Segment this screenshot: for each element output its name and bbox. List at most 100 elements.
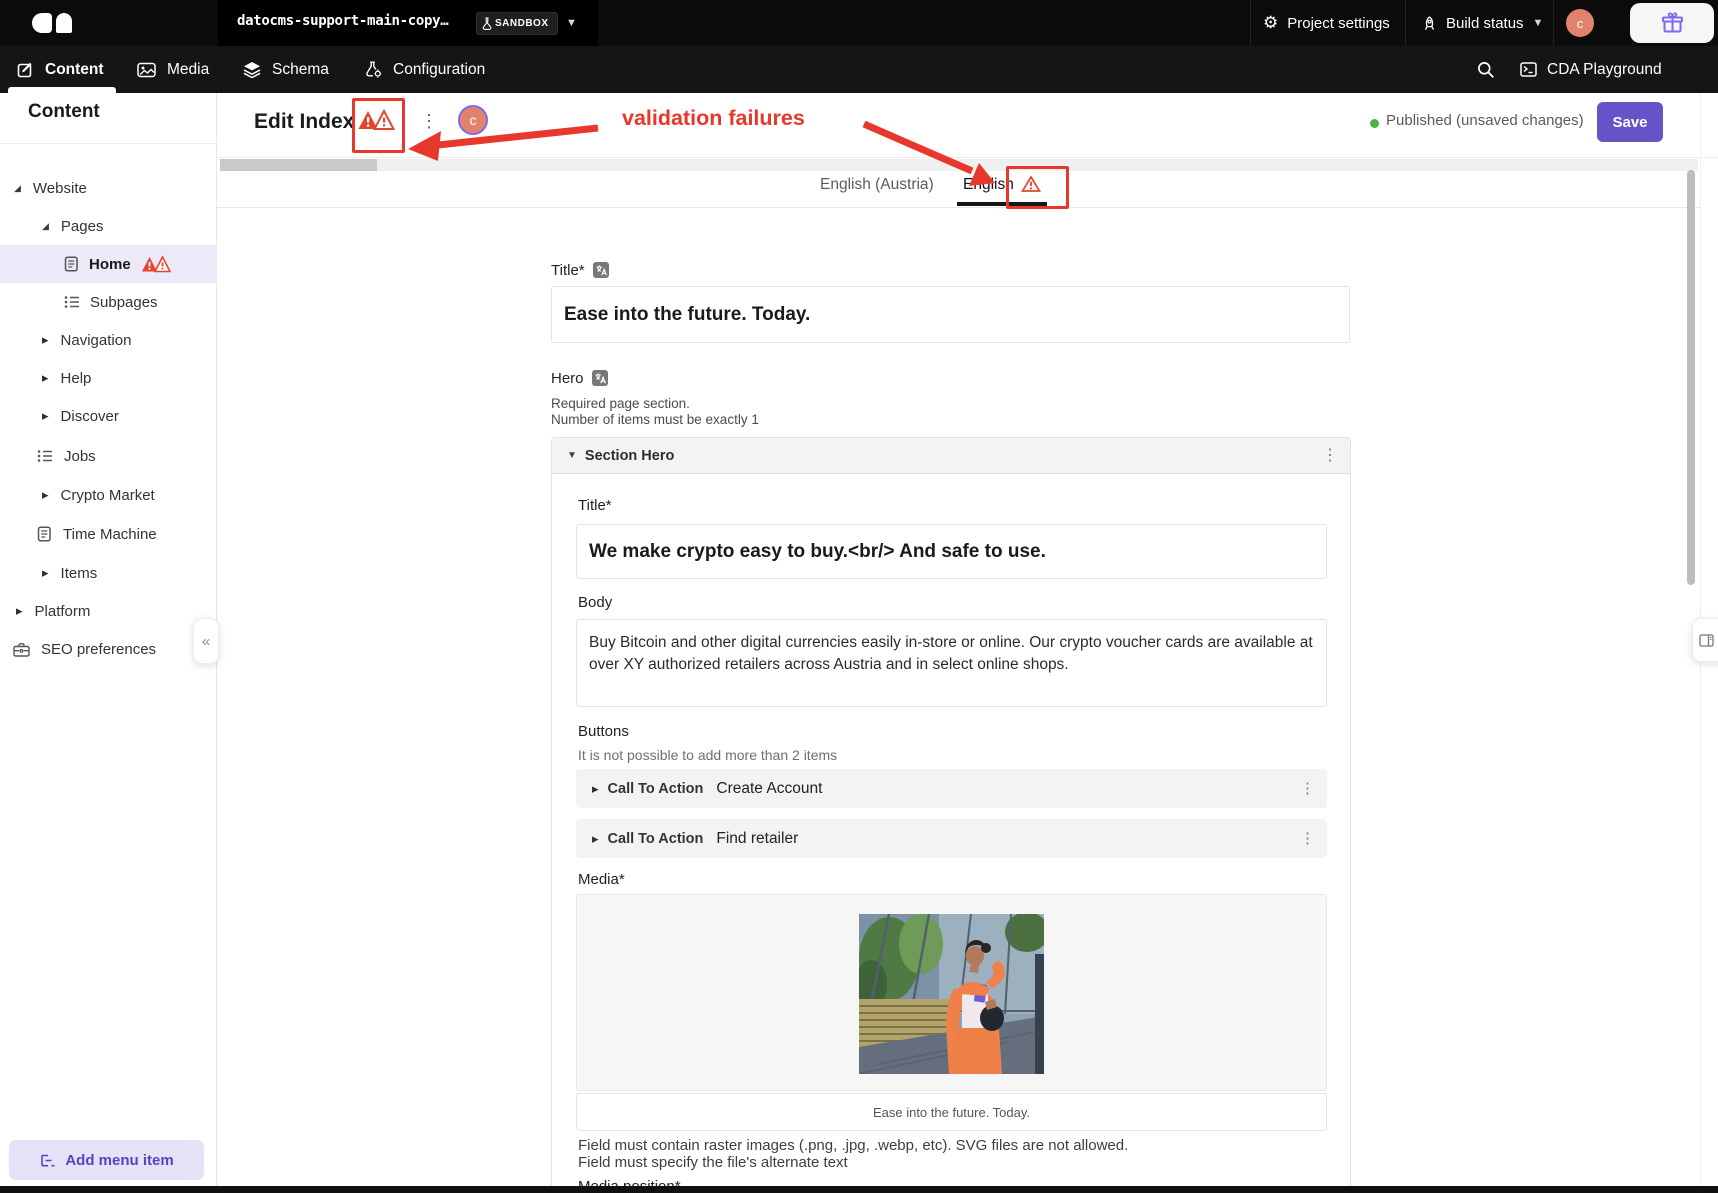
locale-tab-label: English (Austria) <box>820 176 934 193</box>
title-input[interactable]: Ease into the future. Today. <box>551 286 1350 343</box>
divider <box>1405 0 1406 46</box>
caret-collapsed-icon[interactable]: ▸ <box>592 831 599 847</box>
search-button[interactable] <box>1477 61 1495 84</box>
locale-tab-english-austria[interactable]: English (Austria) <box>820 176 934 194</box>
nav-tab-configuration[interactable]: Configuration <box>365 46 485 93</box>
sidebar-item-pages[interactable]: ◢ Pages <box>0 207 217 245</box>
chevron-down-icon: ▼ <box>566 17 577 29</box>
hero-hint-count: Number of items must be exactly 1 <box>551 412 759 427</box>
page-title: Edit Index <box>254 110 355 133</box>
terminal-icon <box>1520 62 1537 77</box>
media-caption-bar: Ease into the future. Today. <box>576 1093 1327 1131</box>
annotation-box-record-warning <box>352 98 405 153</box>
sidebar-item-subpages[interactable]: Subpages <box>0 283 217 321</box>
sidebar-item-seo-preferences[interactable]: SEO preferences <box>0 630 217 668</box>
caret-collapsed-icon[interactable]: ▸ <box>16 603 23 619</box>
avatar-initial: c <box>1576 15 1584 31</box>
list-icon <box>37 450 52 462</box>
content-sidebar: Content ◢ Website ◢ Pages Home Subpages … <box>0 93 217 1186</box>
rocket-icon <box>1424 15 1435 30</box>
document-icon <box>37 526 51 542</box>
cda-playground-label: CDA Playground <box>1547 60 1662 78</box>
sidebar-item-navigation[interactable]: ▸ Navigation <box>0 321 217 359</box>
caret-collapsed-icon[interactable]: ▸ <box>42 408 49 424</box>
caret-down-icon[interactable]: ▼ <box>567 450 577 461</box>
hero-title-input[interactable]: We make crypto easy to buy.<br/> And saf… <box>576 524 1327 579</box>
nav-tab-content[interactable]: Content <box>17 46 104 93</box>
field-label-title: Title* <box>551 262 609 282</box>
media-caption: Ease into the future. Today. <box>872 1104 1031 1120</box>
publish-status-label: Published (unsaved changes) <box>1386 112 1584 129</box>
cta-actions-menu[interactable]: ⋮ <box>1300 780 1315 798</box>
editor-presence-avatar[interactable]: c <box>458 105 488 135</box>
nav-tab-schema[interactable]: Schema <box>243 46 329 93</box>
project-name: datocms-support-main-copy… <box>237 13 449 29</box>
divider <box>0 143 217 144</box>
section-hero-header[interactable]: ▼ Section Hero ⋮ <box>552 438 1350 474</box>
vertical-scrollbar-thumb[interactable] <box>1687 170 1695 585</box>
sidebar-item-label: Jobs <box>64 447 96 465</box>
translate-icon <box>591 370 608 390</box>
hero-body-textarea[interactable]: Buy Bitcoin and other digital currencies… <box>576 619 1327 707</box>
save-button[interactable]: Save <box>1597 102 1663 142</box>
sidebar-item-label: Help <box>60 369 92 387</box>
caret-collapsed-icon[interactable]: ▸ <box>42 487 49 503</box>
project-switcher[interactable]: datocms-support-main-copy… SANDBOX ▼ <box>218 0 598 46</box>
sidebar-item-help[interactable]: ▸ Help <box>0 359 217 397</box>
chevrons-left-icon: « <box>201 632 211 650</box>
nav-tab-media[interactable]: Media <box>137 46 209 93</box>
cta-actions-menu[interactable]: ⋮ <box>1300 830 1315 848</box>
build-status-button[interactable]: Build status ▼ <box>1422 0 1543 46</box>
add-menu-item-button[interactable]: Add menu item <box>9 1140 204 1180</box>
validation-warning-icon <box>141 254 171 272</box>
sidebar-item-jobs[interactable]: Jobs <box>0 437 217 475</box>
sidebar-item-platform[interactable]: ▸ Platform <box>0 592 217 630</box>
annotation-text: validation failures <box>622 106 805 130</box>
nav-label: Content <box>45 60 104 78</box>
caret-expanded-icon[interactable]: ◢ <box>42 221 49 232</box>
sidebar-item-label: Website <box>32 179 87 197</box>
media-upload-area[interactable] <box>576 894 1327 1091</box>
sidebar-item-time-machine[interactable]: Time Machine <box>0 515 217 553</box>
divider <box>1250 0 1251 46</box>
sidebar-item-home[interactable]: Home <box>0 245 217 283</box>
caret-collapsed-icon[interactable]: ▸ <box>592 781 599 797</box>
cta-block-create-account[interactable]: ▸ Call To Action Create Account ⋮ <box>576 769 1327 808</box>
cta-block-find-retailer[interactable]: ▸ Call To Action Find retailer ⋮ <box>576 819 1327 858</box>
sidebar-item-website[interactable]: ◢ Website <box>0 169 217 207</box>
hero-title-value: We make crypto easy to buy.<br/> And saf… <box>589 540 1046 562</box>
user-avatar[interactable]: c <box>1566 9 1594 37</box>
window-bottom-edge <box>0 1186 1718 1193</box>
block-actions-menu[interactable]: ⋮ <box>1322 447 1338 465</box>
sidebar-item-crypto-market[interactable]: ▸ Crypto Market <box>0 476 217 514</box>
nav-label: Configuration <box>393 60 486 78</box>
build-status-label: Build status <box>1446 14 1524 32</box>
horizontal-scrollbar-thumb[interactable] <box>220 159 377 171</box>
search-icon <box>1478 62 1494 78</box>
horizontal-scrollbar[interactable] <box>220 159 1698 171</box>
caret-collapsed-icon[interactable]: ▸ <box>42 332 49 348</box>
nav-label: Schema <box>272 60 329 78</box>
caret-collapsed-icon[interactable]: ▸ <box>42 370 49 386</box>
add-menu-item-label: Add menu item <box>65 1151 174 1169</box>
open-panel-button[interactable] <box>1692 618 1718 662</box>
main-nav: Content Media Schema Configuration CDA P… <box>0 46 1718 93</box>
sidebar-title: Content <box>28 101 100 122</box>
field-label-buttons: Buttons <box>578 723 629 740</box>
cda-playground-button[interactable]: CDA Playground <box>1520 46 1662 93</box>
record-actions-menu[interactable]: ⋮ <box>420 112 438 130</box>
sidebar-item-label: SEO preferences <box>41 640 157 658</box>
caret-expanded-icon[interactable]: ◢ <box>14 183 21 194</box>
caret-collapsed-icon[interactable]: ▸ <box>42 565 49 581</box>
collapse-sidebar-button[interactable]: « <box>193 618 219 664</box>
media-image[interactable] <box>859 914 1044 1074</box>
edit-icon <box>17 62 32 78</box>
sidebar-item-items[interactable]: ▸ Items <box>0 554 217 592</box>
toolbox-icon <box>13 642 30 657</box>
sandbox-label: SANDBOX <box>495 18 549 29</box>
datocms-logo[interactable] <box>32 13 72 33</box>
sidebar-item-discover[interactable]: ▸ Discover <box>0 397 217 435</box>
field-label-media: Media* <box>578 871 625 888</box>
project-settings-button[interactable]: ⚙ Project settings <box>1263 0 1390 46</box>
whats-new-gift-button[interactable] <box>1630 3 1714 43</box>
